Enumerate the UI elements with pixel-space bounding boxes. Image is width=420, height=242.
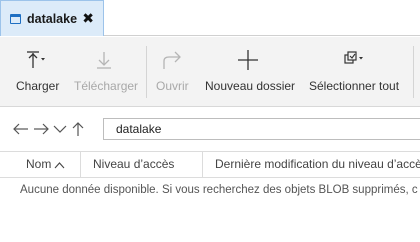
column-header-access-tier[interactable]: Niveau d’accès xyxy=(93,152,195,177)
new-folder-button[interactable]: Nouveau dossier xyxy=(200,37,298,107)
table-header: Nom Niveau d’accès Dernière modification… xyxy=(0,151,420,178)
column-header-name[interactable]: Nom xyxy=(26,152,78,177)
tab-label: datalake xyxy=(27,11,78,26)
tab-datalake[interactable]: datalake ✖ xyxy=(0,0,104,36)
column-separator[interactable] xyxy=(80,152,81,177)
upload-icon xyxy=(27,51,45,68)
open-arrow-icon xyxy=(163,51,181,69)
column-separator[interactable] xyxy=(202,152,203,177)
upload-button[interactable]: Charger xyxy=(8,37,66,107)
column-label: Nom xyxy=(26,157,52,171)
plus-icon xyxy=(238,50,258,70)
column-label: Dernière modification du niveau d’accès xyxy=(215,157,420,171)
up-arrow-icon[interactable] xyxy=(70,121,86,137)
forward-arrow-icon[interactable] xyxy=(32,121,50,137)
navigation-bar: datalake xyxy=(0,107,420,151)
toolbar: Charger Télécharger Ouvrir Nouveau dossi… xyxy=(0,37,420,107)
chevron-down-icon[interactable] xyxy=(52,121,68,137)
toolbar-separator xyxy=(413,46,414,98)
address-input[interactable]: datalake xyxy=(103,118,420,140)
download-label: Télécharger xyxy=(74,79,139,93)
tab-strip: datalake ✖ xyxy=(0,0,420,36)
open-button[interactable]: Ouvrir xyxy=(150,37,196,107)
empty-state-message: Aucune donnée disponible. Si vous recher… xyxy=(20,184,418,196)
upload-label: Charger xyxy=(16,79,60,93)
new-folder-label: Nouveau dossier xyxy=(205,79,296,93)
download-button[interactable]: Télécharger xyxy=(70,37,140,107)
select-all-button[interactable]: Sélectionner tout xyxy=(304,37,412,107)
column-header-access-tier-modified[interactable]: Dernière modification du niveau d’accès xyxy=(215,152,420,177)
open-label: Ouvrir xyxy=(156,79,189,93)
select-all-icon xyxy=(344,51,363,64)
select-all-label: Sélectionner tout xyxy=(309,79,400,93)
container-icon xyxy=(10,13,21,24)
toolbar-separator xyxy=(146,46,147,98)
column-label: Niveau d’accès xyxy=(93,157,175,171)
close-icon[interactable]: ✖ xyxy=(82,10,94,26)
download-icon xyxy=(97,52,111,69)
sort-ascending-icon xyxy=(54,162,65,169)
back-arrow-icon[interactable] xyxy=(12,121,30,137)
